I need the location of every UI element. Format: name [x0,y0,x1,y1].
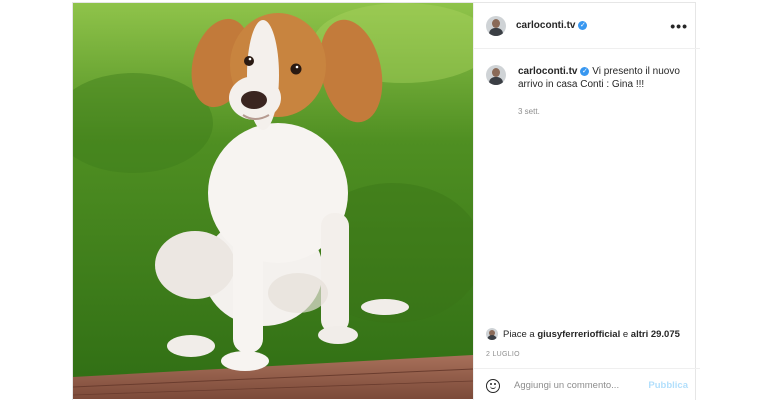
username-link[interactable]: carloconti.tv [516,20,575,31]
caption-avatar[interactable] [486,65,506,85]
caption-row: carloconti.tv ✓ Vi presento il nuovo arri… [474,49,700,118]
caption-username[interactable]: carloconti.tv [518,66,577,77]
instagram-post: carloconti.tv ✓ ••• carloconti.tv ✓ Vi pr… [72,2,700,400]
publish-button[interactable]: Pubblica [648,380,688,391]
avatar[interactable] [486,15,506,36]
likes-text: Piace a giusyferreriofficial e altri 29.… [503,329,680,340]
avatar-face [492,18,500,28]
likes-row: Piace a giusyferreriofficial e altri 29.… [486,328,680,340]
verified-badge-icon: ✓ [578,21,588,30]
comment-input[interactable] [512,379,636,392]
emoji-icon[interactable] [486,378,500,393]
liker-avatar[interactable] [486,328,498,340]
avatar-body [489,77,503,85]
post-header: carloconti.tv ✓ ••• [474,3,700,49]
post-date[interactable]: 2 LUGLIO [486,351,520,358]
post-sidebar: carloconti.tv ✓ ••• carloconti.tv ✓ Vi pr… [473,3,700,400]
caption-timestamp[interactable]: 3 sett. [518,105,688,118]
dog-on-grass-photo [73,3,473,399]
verified-badge-icon: ✓ [580,66,590,76]
caption-text-block: carloconti.tv ✓ Vi presento il nuovo arri… [518,65,688,118]
avatar-body [487,335,497,340]
post-photo[interactable] [73,3,473,399]
likes-prefix: Piace a [503,328,538,340]
avatar-body [489,27,503,36]
likes-middle: e [620,328,631,340]
comment-bar: Pubblica [474,368,700,402]
liker-username[interactable]: giusyferreriofficial [537,329,620,340]
more-options-icon[interactable]: ••• [670,18,688,34]
likes-count[interactable]: altri 29.075 [631,329,680,340]
avatar-face [492,68,500,77]
